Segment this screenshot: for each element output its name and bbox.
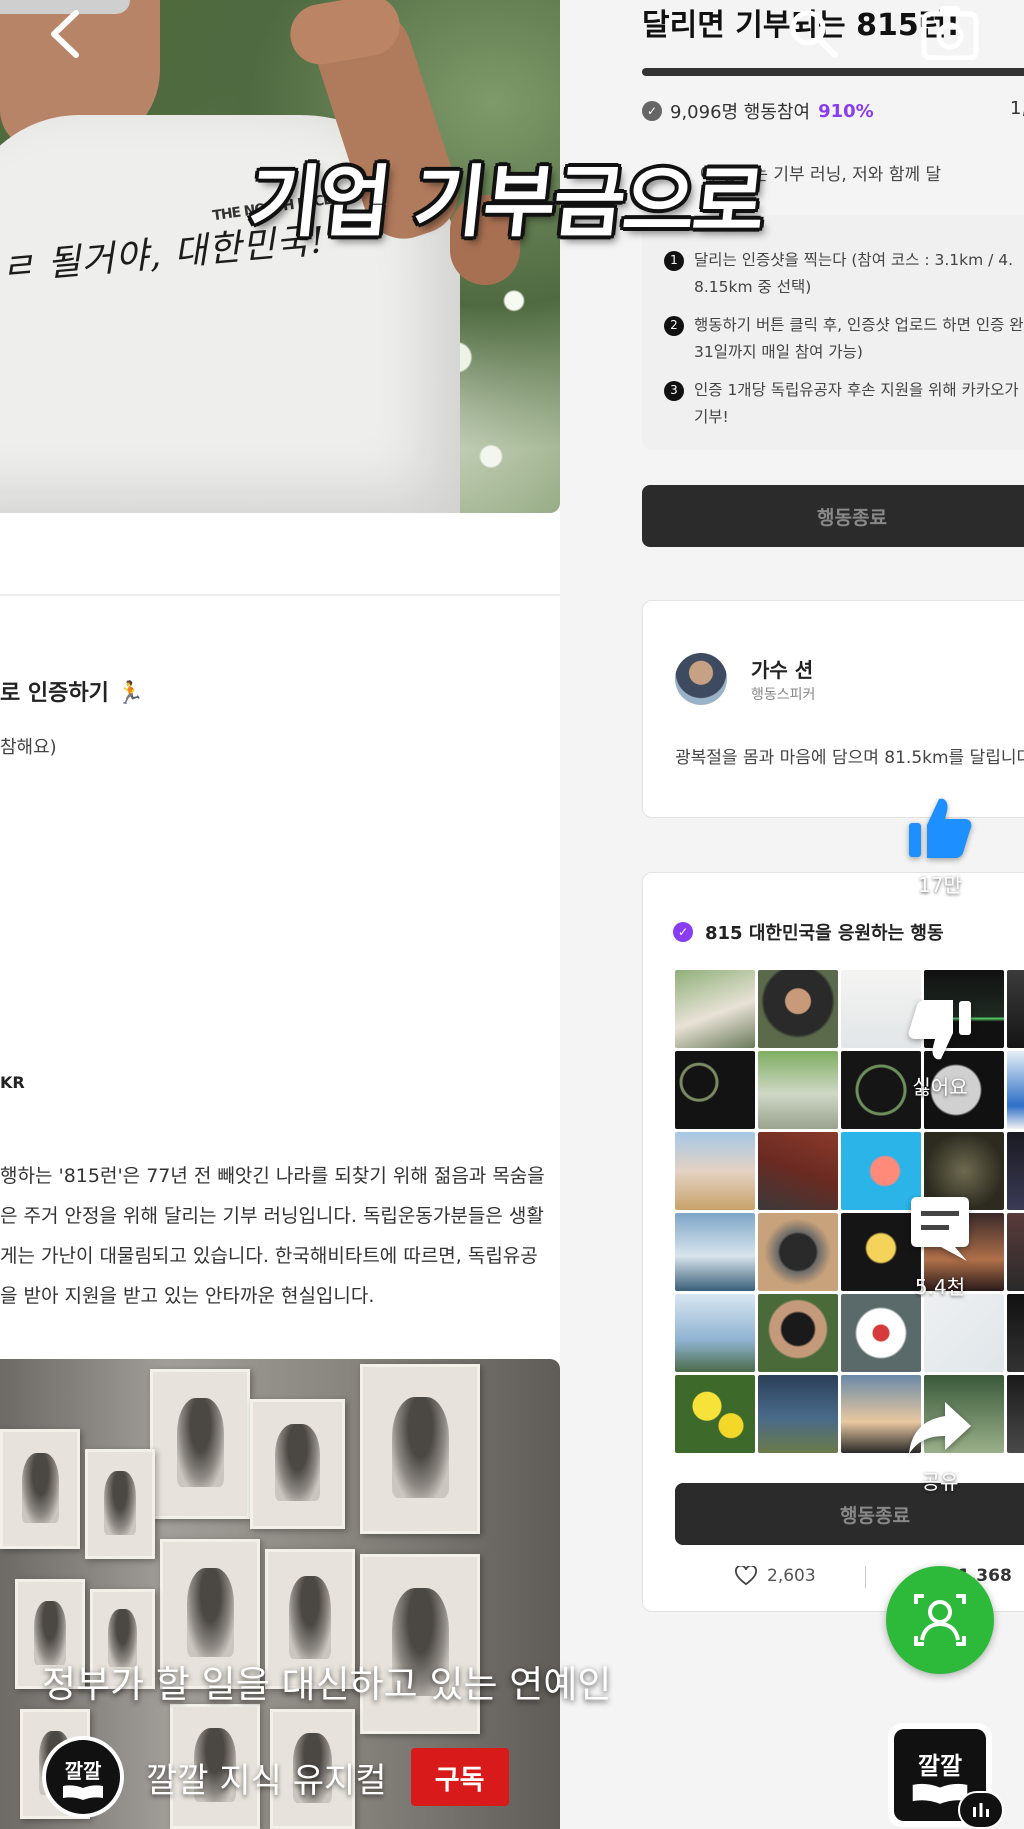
- verified-check-icon: ✓: [642, 101, 662, 121]
- back-button[interactable]: [40, 6, 90, 62]
- section-divider: [0, 594, 560, 596]
- share-button[interactable]: 공유: [880, 1398, 1000, 1495]
- share-arrow-icon: [909, 1402, 971, 1454]
- gallery-thumb[interactable]: [758, 1051, 838, 1129]
- gallery-thumb[interactable]: [675, 1294, 755, 1372]
- channel-name[interactable]: 깔깔 지식 유지컬: [146, 1753, 387, 1802]
- like-count: 17만: [918, 873, 962, 897]
- gallery-thumb[interactable]: [758, 1132, 838, 1210]
- article-paragraph-line: 은 주거 안정을 위해 달리는 기부 러닝입니다. 독립운동가분들은 생활: [0, 1205, 544, 1227]
- step-number-badge: 3: [664, 380, 684, 401]
- gallery-thumb[interactable]: [758, 1213, 838, 1291]
- article-paragraph-line: 행하는 '815런'은 77년 전 빼앗긴 나라를 되찾기 위해 젊음과 목숨을: [0, 1165, 545, 1187]
- channel-avatar[interactable]: 깔깔: [42, 1736, 124, 1818]
- step-text: 달리는 인증샷을 찍는다 (참여 코스 : 3.1km / 4.: [694, 251, 1014, 269]
- participants-count: 9,096명 행동참여: [670, 102, 811, 123]
- chevron-left-icon: [51, 10, 79, 58]
- thumbs-down-icon: [908, 1000, 971, 1060]
- speaker-name: 가수 션: [751, 658, 814, 682]
- campaign-progress-bar: [642, 68, 1024, 76]
- share-label: 공유: [921, 1470, 959, 1494]
- speaker-quote: 광복절을 몸과 마음에 담으며 81.5km를 달립니다: [675, 748, 1024, 768]
- kr-label: KR: [0, 1073, 25, 1092]
- speaker-avatar[interactable]: [675, 653, 727, 705]
- gallery-thumb[interactable]: [1007, 1051, 1024, 1129]
- remix-person-icon: [914, 1594, 966, 1646]
- gallery-thumb[interactable]: [675, 970, 755, 1048]
- gallery-thumb[interactable]: [758, 1375, 838, 1453]
- gallery-thumb[interactable]: [1007, 970, 1024, 1048]
- video-title[interactable]: 정부가 할 일을 대신하고 있는 연예인: [42, 1654, 611, 1708]
- article-paragraph-line: 게는 가난이 대물림되고 있습니다. 한국해비타트에 따르면, 독립유공: [0, 1245, 538, 1267]
- likes-count: 2,603: [767, 1566, 816, 1586]
- step-text-cont: 31일까지 매일 참여 가능): [694, 343, 863, 361]
- comment-icon: [911, 1197, 969, 1261]
- right-campaign-page: 달리면 기부되는 815런! ✓ 9,096명 행동참여 910% 1, 에 챙…: [560, 0, 1024, 1829]
- camera-button[interactable]: [920, 4, 980, 61]
- camera-icon: [921, 6, 979, 61]
- gallery-thumb[interactable]: [924, 1294, 1004, 1372]
- gallery-thumb[interactable]: [675, 1375, 755, 1453]
- comment-button[interactable]: 5.4천: [880, 1193, 1000, 1300]
- gallery-title: ✓ 815 대한민국을 응원하는 행동: [673, 919, 944, 945]
- left-article-page: THE NORTH FACE ㄹ 될거야, 대한민국! 로 인증하기 🏃 참해요…: [0, 0, 560, 1829]
- gallery-thumb[interactable]: [758, 970, 838, 1048]
- gallery-likes[interactable]: 2,603: [735, 1566, 816, 1586]
- gallery-thumb[interactable]: [1007, 1213, 1024, 1291]
- thumbs-up-icon: [909, 798, 972, 858]
- cert-title: 로 인증하기 🏃: [0, 681, 144, 706]
- dislike-label: 싫어요: [912, 1075, 968, 1099]
- howto-step: 3 인증 1개당 독립유공자 후손 지원을 위해 카카오가 기부!: [664, 377, 1024, 431]
- heart-icon: [735, 1566, 757, 1586]
- hero-photo: THE NORTH FACE ㄹ 될거야, 대한민국!: [0, 0, 560, 513]
- search-icon: [790, 10, 838, 58]
- step-text: 행동하기 버튼 클릭 후, 인증샷 업로드 하면 인증 완: [694, 316, 1024, 334]
- participation-stats: ✓ 9,096명 행동참여 910%: [642, 98, 874, 124]
- gallery-thumb[interactable]: [1007, 1375, 1024, 1453]
- channel-avatar-text: 깔깔: [64, 1758, 102, 1783]
- article-paragraph-line: 을 받아 지원을 받고 있는 안타까운 현실입니다.: [0, 1285, 375, 1307]
- gallery-thumb[interactable]: [675, 1213, 755, 1291]
- channel-row: 깔깔 깔깔 지식 유지컬 구독: [42, 1736, 509, 1818]
- step-text-cont: 기부!: [694, 408, 729, 426]
- step-text: 인증 1개당 독립유공자 후손 지원을 위해 카카오가: [694, 381, 1019, 399]
- gallery-thumb[interactable]: [758, 1294, 838, 1372]
- verified-badge-icon: ✓: [673, 922, 693, 942]
- speaker-card: 가수 션 행동스피커 광복절을 몸과 마음에 담으며 81.5km를 달립니다: [642, 600, 1024, 818]
- step-number-badge: 2: [664, 315, 684, 336]
- dislike-button[interactable]: 싫어요: [880, 997, 1000, 1100]
- audio-playing-icon: [958, 1791, 1004, 1829]
- campaign-progress-fill: [642, 68, 1024, 76]
- like-button[interactable]: 17만: [880, 795, 1000, 898]
- step-text-cont: 8.15km 중 선택): [694, 278, 812, 296]
- search-button[interactable]: [785, 4, 841, 60]
- gallery-thumb[interactable]: [1007, 1132, 1024, 1210]
- subscribe-button[interactable]: 구독: [410, 1748, 509, 1806]
- gallery-thumb[interactable]: [675, 1132, 755, 1210]
- video-caption: 기업 기부금으로: [244, 158, 768, 248]
- book-icon: [63, 1784, 103, 1800]
- cert-subtitle: 참해요): [0, 737, 57, 758]
- music-thumb-text: 깔깔: [917, 1751, 963, 1780]
- gallery-title-text: 815 대한민국을 응원하는 행동: [705, 923, 944, 944]
- howto-step: 2 행동하기 버튼 클릭 후, 인증샷 업로드 하면 인증 완 31일까지 매일 …: [664, 312, 1024, 366]
- speaker-role: 행동스피커: [751, 687, 816, 703]
- stats-right-value: 1,: [1010, 98, 1024, 119]
- gallery-thumb[interactable]: [675, 1051, 755, 1129]
- remix-button[interactable]: [886, 1566, 994, 1674]
- gallery-thumb[interactable]: [841, 1294, 921, 1372]
- gallery-thumb[interactable]: [1007, 1294, 1024, 1372]
- participation-percent: 910%: [818, 100, 874, 122]
- step-number-badge: 1: [664, 250, 684, 271]
- likes-separator: [865, 1566, 866, 1588]
- comment-count: 5.4천: [914, 1275, 966, 1299]
- action-ended-button[interactable]: 행동종료: [642, 485, 1024, 547]
- howto-step: 1 달리는 인증샷을 찍는다 (참여 코스 : 3.1km / 4. 8.15km…: [664, 247, 1024, 301]
